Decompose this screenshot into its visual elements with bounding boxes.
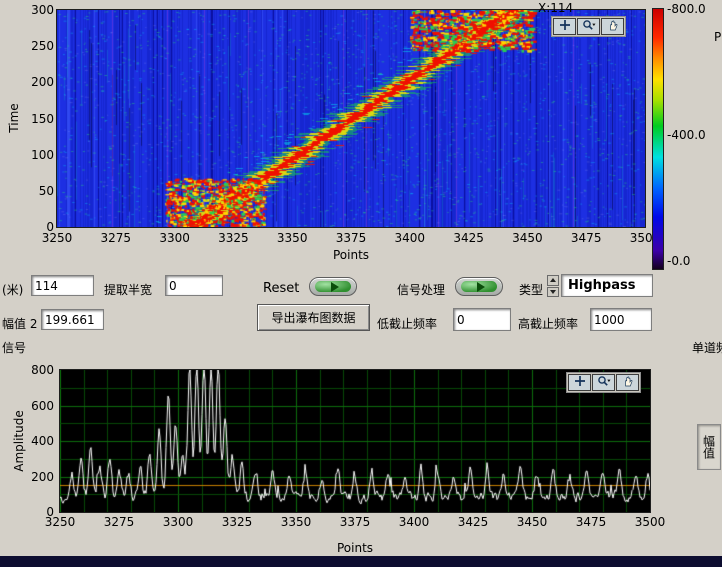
spin-up-button[interactable] bbox=[547, 275, 559, 286]
wave-pan-tool-button[interactable] bbox=[616, 374, 639, 391]
high-cutoff-label: 高截止频率 bbox=[518, 315, 578, 332]
play-arrow-icon bbox=[477, 282, 485, 292]
waterfall-pan-tool-button[interactable] bbox=[601, 18, 624, 35]
clipped-right-text: P bbox=[714, 30, 721, 44]
wave-x-tick-labels: 3250327533003325335033753400342534503475… bbox=[60, 515, 650, 529]
x-tick-label: 3300 bbox=[159, 231, 190, 245]
x-tick-label: 3275 bbox=[104, 515, 135, 529]
colorbar-tick-label: -0.0 bbox=[667, 254, 690, 268]
triangle-down-icon bbox=[550, 290, 556, 294]
y-tick-label: 400 bbox=[31, 434, 54, 448]
low-cutoff-label: 低截止频率 bbox=[377, 315, 437, 332]
meters-input[interactable] bbox=[31, 275, 94, 296]
y-tick-label: 200 bbox=[31, 75, 54, 89]
x-tick-label: 3500 bbox=[635, 515, 666, 529]
signal-processing-label: 信号处理 bbox=[397, 281, 445, 298]
y-tick-label: 50 bbox=[39, 184, 54, 198]
triangle-up-icon bbox=[550, 278, 556, 282]
waterfall-x-tick-labels: 3250327533003325335033753400342534503475… bbox=[57, 231, 645, 245]
filter-type-ring[interactable]: Highpass bbox=[561, 274, 653, 297]
x-tick-label: 3400 bbox=[399, 515, 430, 529]
meters-label: (米) bbox=[2, 281, 23, 298]
zoom-icon bbox=[582, 19, 596, 34]
hand-icon bbox=[622, 375, 634, 390]
waterfall-cursor-readout: X:114 bbox=[538, 1, 573, 15]
x-tick-label: 3250 bbox=[45, 515, 76, 529]
hand-icon bbox=[607, 19, 619, 34]
bottom-graph-edge bbox=[0, 556, 722, 567]
signal-section-label: 信号 bbox=[2, 339, 26, 356]
x-tick-label: 3425 bbox=[458, 515, 489, 529]
x-tick-label: 3350 bbox=[277, 231, 308, 245]
crosshair-icon bbox=[574, 375, 586, 390]
waterfall-plot-area[interactable] bbox=[57, 10, 645, 227]
high-cutoff-input[interactable] bbox=[590, 308, 652, 331]
y-tick-label: 250 bbox=[31, 39, 54, 53]
wave-graph-palette bbox=[566, 372, 641, 393]
reset-label: Reset bbox=[263, 281, 299, 296]
type-spinner bbox=[547, 275, 559, 297]
y-tick-label: 150 bbox=[31, 112, 54, 126]
crosshair-icon bbox=[559, 19, 571, 34]
y-tick-label: 600 bbox=[31, 399, 54, 413]
y-tick-label: 800 bbox=[31, 363, 54, 377]
x-tick-label: 3475 bbox=[571, 231, 602, 245]
zoom-icon bbox=[597, 375, 611, 390]
single-channel-section-label: 单道频 bbox=[692, 339, 722, 356]
low-cutoff-input[interactable] bbox=[453, 308, 511, 331]
x-tick-label: 3375 bbox=[336, 231, 367, 245]
spin-down-button[interactable] bbox=[547, 287, 559, 298]
color-scale-bar bbox=[652, 8, 664, 270]
color-scale-labels: -800.0 -400.0 -0.0 bbox=[667, 2, 719, 268]
wave-x-axis-title: Points bbox=[337, 541, 373, 555]
type-label: 类型 bbox=[519, 281, 543, 298]
x-tick-label: 3425 bbox=[453, 231, 484, 245]
colorbar-tick-label: -800.0 bbox=[667, 2, 706, 16]
y-tick-label: 200 bbox=[31, 470, 54, 484]
signal-plot-area[interactable] bbox=[60, 370, 650, 512]
labview-front-panel: Time 300250200150100500 X:114 3250327533… bbox=[0, 0, 722, 567]
right-vertical-label: 幅值 bbox=[697, 424, 721, 470]
waterfall-x-axis-title: Points bbox=[333, 248, 369, 262]
x-tick-label: 3325 bbox=[222, 515, 253, 529]
x-tick-label: 3275 bbox=[101, 231, 132, 245]
wave-y-tick-labels: 8006004002000 bbox=[24, 370, 54, 512]
x-tick-label: 3250 bbox=[42, 231, 73, 245]
reset-button[interactable] bbox=[309, 277, 357, 296]
x-tick-label: 3450 bbox=[517, 515, 548, 529]
y-tick-label: 300 bbox=[31, 3, 54, 17]
export-waterfall-data-button[interactable]: 导出瀑布图数据 bbox=[257, 304, 370, 331]
x-tick-label: 3400 bbox=[395, 231, 426, 245]
extract-half-width-label: 提取半宽 bbox=[104, 281, 152, 298]
waterfall-y-tick-labels: 300250200150100500 bbox=[18, 10, 54, 227]
signal-processing-toggle[interactable] bbox=[455, 277, 503, 296]
amplitude2-label: 幅值 2 bbox=[2, 315, 37, 332]
play-arrow-icon bbox=[331, 282, 339, 292]
x-tick-label: 3300 bbox=[163, 515, 194, 529]
x-tick-label: 3350 bbox=[281, 515, 312, 529]
waterfall-zoom-tool-button[interactable] bbox=[577, 18, 600, 35]
amplitude2-input[interactable] bbox=[41, 309, 104, 330]
x-tick-label: 3475 bbox=[576, 515, 607, 529]
x-tick-label: 3450 bbox=[512, 231, 543, 245]
colorbar-tick-label: -400.0 bbox=[667, 128, 706, 142]
y-tick-label: 100 bbox=[31, 148, 54, 162]
waterfall-graph-palette bbox=[551, 16, 626, 37]
x-tick-label: 3325 bbox=[218, 231, 249, 245]
waterfall-crosshair-tool-button[interactable] bbox=[553, 18, 576, 35]
x-tick-label: 3375 bbox=[340, 515, 371, 529]
wave-crosshair-tool-button[interactable] bbox=[568, 374, 591, 391]
extract-half-width-input[interactable] bbox=[165, 275, 223, 296]
wave-zoom-tool-button[interactable] bbox=[592, 374, 615, 391]
